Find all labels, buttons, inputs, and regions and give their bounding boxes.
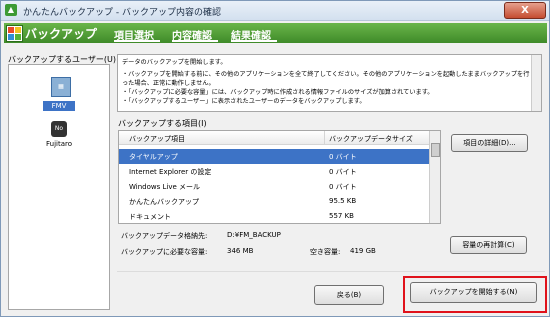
item-size: 0 バイト [329, 153, 357, 161]
scrollbar-thumb[interactable] [431, 143, 440, 157]
close-button[interactable]: X [504, 2, 546, 19]
window-title: かんたんバックアップ - バックアップ内容の確認 [23, 8, 221, 18]
tab-underline [172, 40, 218, 42]
list-item[interactable]: Windows Live メール 0 バイト [119, 179, 429, 194]
wizard-header: バックアップ 項目選択 内容確認 結果確認 [4, 23, 547, 43]
column-header-item[interactable]: バックアップ項目 [129, 134, 185, 144]
backup-logo-icon [6, 25, 23, 42]
header-title: バックアップ [25, 27, 98, 41]
free-space-label: 空き容量: [310, 248, 341, 256]
column-divider [324, 131, 325, 144]
item-name: タイヤルアップ [129, 153, 178, 161]
list-header: バックアップ項目 バックアップデータサイズ [119, 131, 429, 145]
description-scrollbar[interactable] [531, 55, 541, 111]
list-item[interactable]: ドキュメント 557 KB [119, 209, 429, 223]
location-value: D:¥FM_BACKUP [227, 231, 281, 239]
user-label: Fujitaro [45, 140, 72, 148]
location-label: バックアップデータ格納先: [121, 232, 208, 240]
item-size: 0 バイト [329, 183, 357, 191]
item-details-button[interactable]: 項目の詳細(D)... [451, 134, 528, 152]
item-name: かんたんバックアップ [129, 198, 199, 206]
required-size-label: バックアップに必要な容量: [121, 248, 208, 256]
column-header-size[interactable]: バックアップデータサイズ [329, 134, 413, 144]
description-line: データのバックアップを開始します。 [122, 59, 227, 66]
description-line: ・「バックアップに必要な容量」には、バックアップ時に作成される情報ファイルのサイ… [122, 89, 434, 96]
list-scrollbar[interactable] [429, 131, 440, 223]
title-bar: ▲ かんたんバックアップ - バックアップ内容の確認 X [1, 1, 549, 21]
list-item[interactable]: Internet Explorer の設定 0 バイト [119, 164, 429, 179]
footer-divider [117, 271, 545, 272]
list-item[interactable]: タイヤルアップ 0 バイト [119, 149, 429, 164]
items-label: バックアップする項目(I) [118, 119, 207, 128]
main-window: ▲ かんたんバックアップ - バックアップ内容の確認 X バックアップ 項目選択… [0, 0, 550, 317]
item-size: 95.5 KB [329, 197, 357, 205]
description-line: ・「バックアップするユーザー」に表示されたユーザーのデータをバックアップします。 [122, 98, 366, 105]
item-size: 557 KB [329, 212, 354, 220]
free-space-value: 419 GB [350, 247, 376, 255]
tab-underline [231, 40, 277, 42]
recalculate-button[interactable]: 容量の再計算(C) [450, 236, 527, 254]
item-size: 0 バイト [329, 168, 357, 176]
description-line: ・バックアップを開始する前に、その他のアプリケーションを全て終了してください。そ… [122, 71, 530, 87]
description-box: データのバックアップを開始します。 ・バックアップを開始する前に、その他のアプリ… [117, 54, 542, 112]
tab-underline [114, 40, 160, 42]
user-avatar-icon: No [51, 121, 67, 137]
users-list[interactable]: ▦ FMV No Fujitaro [8, 64, 110, 310]
item-name: ドキュメント [129, 213, 171, 221]
user-avatar-icon: ▦ [51, 77, 71, 97]
list-item[interactable]: かんたんバックアップ 95.5 KB [119, 194, 429, 209]
app-icon: ▲ [5, 4, 17, 16]
item-name: Internet Explorer の設定 [129, 168, 212, 176]
back-button[interactable]: 戻る(B) [314, 285, 384, 305]
user-label: FMV [43, 101, 75, 111]
required-size-value: 346 MB [227, 247, 254, 255]
backup-items-list[interactable]: バックアップ項目 バックアップデータサイズ タイヤルアップ 0 バイト Inte… [118, 130, 441, 224]
start-backup-button[interactable]: バックアップを開始する(N) [410, 282, 537, 303]
item-name: Windows Live メール [129, 183, 200, 191]
